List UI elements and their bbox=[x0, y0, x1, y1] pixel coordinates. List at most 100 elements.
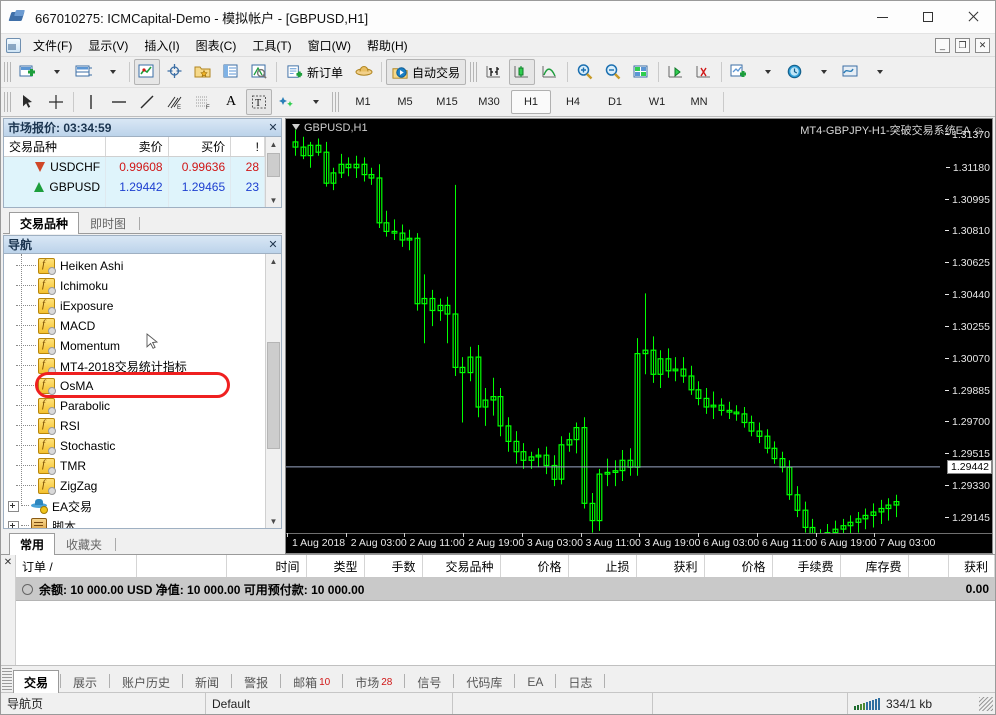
scrollbar-thumb[interactable] bbox=[267, 342, 280, 449]
tab-mailbox[interactable]: 邮箱10 bbox=[282, 671, 341, 692]
price-axis[interactable]: 1.313701.311801.309951.308101.306251.304… bbox=[940, 119, 992, 553]
timeframe-mn[interactable]: MN bbox=[679, 90, 719, 114]
tree-item-iexposure[interactable]: iExposure bbox=[4, 296, 265, 316]
column-commission[interactable]: 手续费 bbox=[772, 555, 840, 578]
hline-icon[interactable] bbox=[106, 89, 132, 115]
tab-market[interactable]: 市场28 bbox=[344, 671, 403, 692]
mdi-close-button[interactable]: ✕ bbox=[975, 38, 990, 53]
toolbar-grip-2[interactable] bbox=[470, 62, 477, 82]
toolbar-grip[interactable] bbox=[4, 62, 11, 82]
chart-window[interactable]: GBPUSD,H1 MT4-GBPJPY-H1-突破交易系统EA ☺ 1.313… bbox=[285, 118, 993, 554]
column-open-price[interactable]: 价格 bbox=[500, 555, 568, 578]
grid-icon[interactable] bbox=[628, 59, 654, 85]
crosshair-tool-icon[interactable] bbox=[43, 89, 69, 115]
column-take-profit[interactable]: 获利 bbox=[636, 555, 704, 578]
tab-account-history[interactable]: 账户历史 bbox=[111, 671, 181, 692]
resize-grip[interactable] bbox=[979, 697, 993, 711]
trendline-icon[interactable] bbox=[134, 89, 160, 115]
timeframe-m15[interactable]: M15 bbox=[427, 90, 467, 114]
column-symbol[interactable]: 交易品种 bbox=[422, 555, 500, 578]
market-watch-close-icon[interactable]: ✕ bbox=[265, 121, 281, 134]
navigator-icon[interactable] bbox=[246, 59, 272, 85]
menu-file[interactable]: 文件(F) bbox=[25, 35, 80, 56]
tree-item-heiken-ashi[interactable]: Heiken Ashi bbox=[4, 256, 265, 276]
close-button[interactable] bbox=[950, 1, 995, 33]
new-order-button[interactable]: 新订单 bbox=[281, 59, 349, 85]
column-blank[interactable] bbox=[908, 555, 948, 578]
timeframe-h1[interactable]: H1 bbox=[511, 90, 551, 114]
market-watch-scrollbar[interactable]: ▲ ▼ bbox=[265, 137, 281, 207]
status-profile[interactable]: Default bbox=[206, 693, 453, 714]
mdi-minimize-button[interactable]: _ bbox=[935, 38, 950, 53]
tree-item-scripts[interactable]: 脚本 bbox=[4, 516, 265, 528]
vline-icon[interactable] bbox=[78, 89, 104, 115]
table-row[interactable]: USDCHF 0.99608 0.99636 28 bbox=[4, 157, 265, 178]
scroll-up-icon[interactable]: ▲ bbox=[266, 254, 281, 268]
tree-item-tmr[interactable]: TMR bbox=[4, 456, 265, 476]
menu-help[interactable]: 帮助(H) bbox=[359, 35, 416, 56]
menu-insert[interactable]: 插入(I) bbox=[136, 35, 187, 56]
text-box-icon[interactable]: T bbox=[246, 89, 272, 115]
expand-icon[interactable] bbox=[8, 521, 19, 529]
text-label-icon[interactable]: A bbox=[218, 89, 244, 115]
new-chart-icon[interactable] bbox=[15, 59, 41, 85]
column-type[interactable]: 类型 bbox=[306, 555, 364, 578]
menu-tools[interactable]: 工具(T) bbox=[244, 35, 299, 56]
column-profit[interactable]: 获利 bbox=[948, 555, 995, 578]
shapes-dropdown-icon[interactable] bbox=[302, 89, 328, 115]
tab-signals[interactable]: 信号 bbox=[406, 671, 452, 692]
tree-item-stochastic[interactable]: Stochastic bbox=[4, 436, 265, 456]
menu-window[interactable]: 窗口(W) bbox=[300, 35, 359, 56]
auto-scroll-icon[interactable] bbox=[691, 59, 717, 85]
tree-item-ichimoku[interactable]: Ichimoku bbox=[4, 276, 265, 296]
tab-common[interactable]: 常用 bbox=[9, 533, 55, 555]
expand-circle-icon[interactable] bbox=[22, 584, 33, 595]
menu-charts[interactable]: 图表(C) bbox=[188, 35, 245, 56]
timeframe-w1[interactable]: W1 bbox=[637, 90, 677, 114]
timeframe-h4[interactable]: H4 bbox=[553, 90, 593, 114]
indicator-dropdown-icon[interactable] bbox=[754, 59, 780, 85]
tree-item-zigzag[interactable]: ZigZag bbox=[4, 476, 265, 496]
tree-item-rsi[interactable]: RSI bbox=[4, 416, 265, 436]
column-order[interactable]: 订单 / bbox=[16, 555, 136, 578]
equidistant-channel-icon[interactable]: E bbox=[162, 89, 188, 115]
minimize-button[interactable] bbox=[860, 1, 905, 33]
template-icon[interactable] bbox=[838, 59, 864, 85]
expert-advisor-icon[interactable] bbox=[351, 59, 377, 85]
column-volume[interactable]: 手数 bbox=[364, 555, 422, 578]
chart-dropdown-icon[interactable] bbox=[292, 124, 300, 130]
new-chart-dropdown-icon[interactable] bbox=[43, 59, 69, 85]
tree-item-osma[interactable]: OsMA bbox=[4, 376, 265, 396]
tab-favorites[interactable]: 收藏夹 bbox=[55, 534, 113, 554]
zoom-in-icon[interactable] bbox=[572, 59, 598, 85]
tab-trade[interactable]: 交易 bbox=[13, 670, 59, 693]
tab-news[interactable]: 新闻 bbox=[184, 671, 230, 692]
column-swap[interactable]: 库存费 bbox=[840, 555, 908, 578]
tree-item-parabolic[interactable]: Parabolic bbox=[4, 396, 265, 416]
navigator-close-icon[interactable]: ✕ bbox=[265, 238, 281, 251]
tree-item-expert-advisors[interactable]: EA交易 bbox=[4, 496, 265, 516]
indicator-add-icon[interactable] bbox=[726, 59, 752, 85]
scroll-up-icon[interactable]: ▲ bbox=[266, 137, 281, 151]
tab-alerts[interactable]: 警报 bbox=[233, 671, 279, 692]
timeframe-m1[interactable]: M1 bbox=[343, 90, 383, 114]
expand-icon[interactable] bbox=[8, 501, 19, 512]
scroll-down-icon[interactable]: ▼ bbox=[266, 193, 281, 207]
tab-exposure[interactable]: 展示 bbox=[62, 671, 108, 692]
column-bid[interactable]: 卖价 bbox=[106, 137, 169, 157]
menu-view[interactable]: 显示(V) bbox=[80, 35, 136, 56]
shift-end-icon[interactable] bbox=[663, 59, 689, 85]
period-clock-icon[interactable] bbox=[782, 59, 808, 85]
bar-chart-icon[interactable] bbox=[481, 59, 507, 85]
column-ask[interactable]: 买价 bbox=[168, 137, 231, 157]
column-stop-loss[interactable]: 止损 bbox=[568, 555, 636, 578]
toolbar-grip-4[interactable] bbox=[332, 92, 339, 112]
candle-chart-icon[interactable] bbox=[509, 59, 535, 85]
data-window-icon[interactable] bbox=[218, 59, 244, 85]
tree-item-mt4-2018-trade-stats-indicator[interactable]: MT4-2018交易统计指标 bbox=[4, 356, 265, 376]
terminal-close-icon[interactable]: ✕ bbox=[1, 555, 16, 665]
tab-tick-chart[interactable]: 即时图 bbox=[79, 213, 137, 233]
navigator-scrollbar[interactable]: ▲ ▼ bbox=[265, 254, 281, 528]
mdi-app-icon[interactable] bbox=[5, 37, 21, 53]
mdi-restore-button[interactable]: ❐ bbox=[955, 38, 970, 53]
